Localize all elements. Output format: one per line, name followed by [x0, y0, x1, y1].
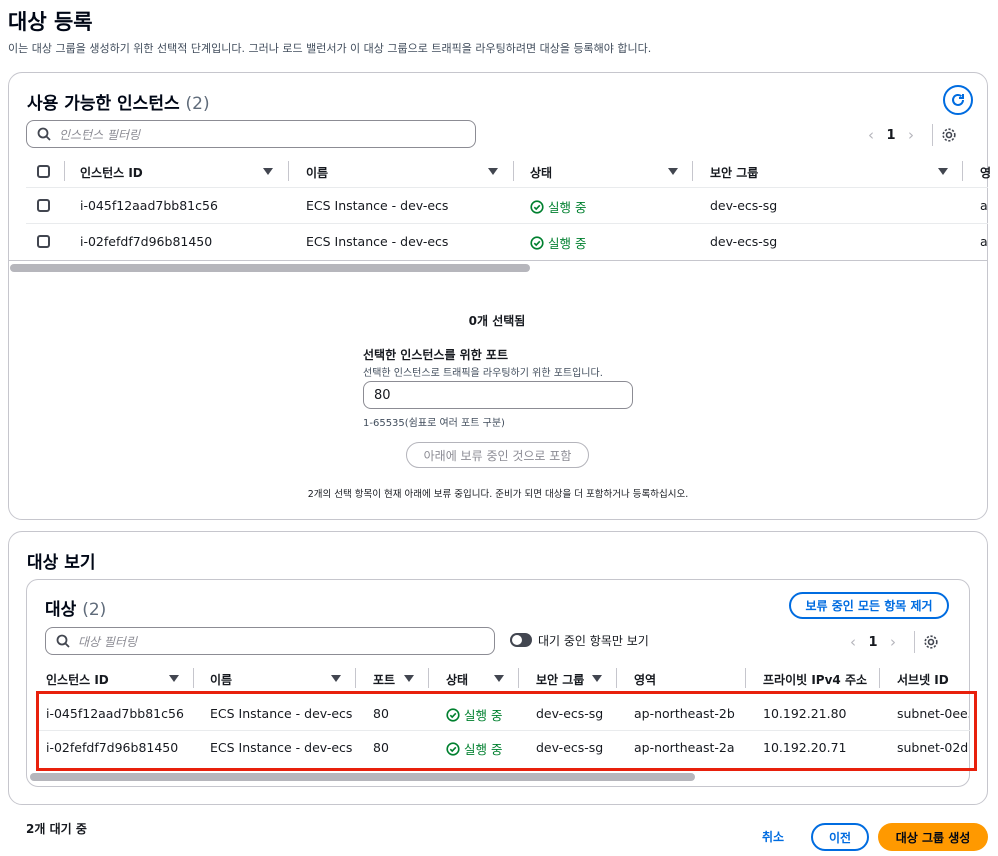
col-status[interactable]: 상태 [530, 164, 552, 181]
sort-caret-icon[interactable] [331, 675, 341, 682]
pending-note: 2개의 선택 항목이 현재 아래에 보류 중입니다. 준비가 되면 대상을 더 … [307, 489, 689, 500]
col-zone[interactable]: 영 [980, 164, 991, 181]
target-pagination: ‹ 1 › [840, 631, 939, 653]
horizontal-scrollbar[interactable] [30, 773, 695, 781]
sort-caret-icon[interactable] [404, 675, 414, 682]
available-instances-count: (2) [185, 94, 210, 114]
col-instance-id[interactable]: 인스턴스 ID [46, 671, 109, 688]
instance-name: ECS Instance - dev-ecs [306, 198, 449, 213]
sort-caret-icon[interactable] [494, 675, 504, 682]
page-title: 대상 등록 [8, 10, 93, 34]
refresh-icon [952, 93, 964, 106]
chevron-left-icon[interactable]: ‹ [858, 126, 884, 144]
create-target-group-button[interactable]: 대상 그룹 생성 [878, 823, 988, 851]
include-pending-button[interactable]: 아래에 보류 중인 것으로 포함 [406, 442, 589, 468]
remove-all-pending-button[interactable]: 보류 중인 모든 항목 제거 [789, 592, 949, 619]
sort-caret-icon[interactable] [169, 675, 179, 682]
zone-truncated: a [980, 234, 988, 249]
target-search-placeholder: 대상 필터링 [78, 634, 138, 649]
port-input[interactable]: 80 [363, 381, 633, 409]
page-description: 이는 대상 그룹을 생성하기 위한 선택적 단계입니다. 그러나 로드 밸런서가… [8, 42, 652, 55]
highlight-box [36, 691, 977, 771]
chevron-right-icon[interactable]: › [898, 126, 924, 144]
status-badge: 실행 중 [530, 233, 586, 252]
previous-button[interactable]: 이전 [811, 823, 869, 851]
chevron-right-icon[interactable]: › [880, 633, 906, 651]
sort-caret-icon[interactable] [488, 168, 498, 175]
pending-only-toggle[interactable] [510, 633, 532, 647]
zone-truncated: a [980, 198, 988, 213]
col-status[interactable]: 상태 [446, 671, 468, 688]
col-name[interactable]: 이름 [210, 671, 232, 688]
chevron-left-icon[interactable]: ‹ [840, 633, 866, 651]
pending-count: 2개 대기 중 [26, 822, 87, 836]
port-hint: 1-65535(쉼표로 여러 포트 구분) [363, 418, 505, 429]
port-description: 선택한 인스턴스로 트래픽을 라우팅하기 위한 포트입니다. [363, 368, 603, 379]
search-icon [56, 634, 70, 648]
col-name[interactable]: 이름 [306, 164, 328, 181]
targets-count: (2) [82, 600, 107, 620]
instance-search-input[interactable]: 인스턴스 필터링 [26, 120, 476, 148]
col-security-group[interactable]: 보안 그룹 [710, 164, 758, 181]
instance-id: i-045f12aad7bb81c56 [80, 198, 218, 213]
security-group: dev-ecs-sg [710, 198, 778, 213]
sort-caret-icon[interactable] [668, 168, 678, 175]
search-icon [37, 127, 51, 141]
page-number[interactable]: 1 [866, 635, 880, 650]
check-circle-icon [530, 199, 544, 214]
pending-only-label: 대기 중인 항목만 보기 [538, 634, 649, 648]
status-badge: 실행 중 [530, 197, 586, 216]
col-subnet-id[interactable]: 서브넷 ID [897, 671, 949, 688]
security-group: dev-ecs-sg [710, 234, 778, 249]
check-circle-icon [530, 235, 544, 250]
sort-caret-icon[interactable] [592, 675, 602, 682]
instance-name: ECS Instance - dev-ecs [306, 234, 449, 249]
col-instance-id[interactable]: 인스턴스 ID [80, 164, 143, 181]
instance-pagination: ‹ 1 › [858, 124, 957, 146]
instance-search-placeholder: 인스턴스 필터링 [59, 127, 141, 142]
instance-id: i-02fefdf7d96b81450 [80, 234, 213, 249]
review-targets-title: 대상 보기 [27, 553, 96, 573]
col-zone[interactable]: 영역 [634, 671, 656, 688]
cancel-button[interactable]: 취소 [762, 828, 784, 845]
col-private-ip[interactable]: 프라이빗 IPv4 주소 [763, 671, 867, 688]
gear-icon[interactable] [941, 127, 957, 143]
sort-caret-icon[interactable] [263, 168, 273, 175]
port-label: 선택한 인스턴스를 위한 포트 [363, 348, 509, 362]
refresh-button[interactable] [943, 85, 973, 115]
selected-count: 0개 선택됨 [468, 314, 526, 328]
row-checkbox[interactable] [37, 199, 50, 212]
sort-caret-icon[interactable] [938, 168, 948, 175]
select-all-checkbox[interactable] [37, 165, 50, 178]
gear-icon[interactable] [923, 634, 939, 650]
target-search-input[interactable]: 대상 필터링 [45, 627, 495, 655]
col-port[interactable]: 포트 [373, 671, 395, 688]
col-security-group[interactable]: 보안 그룹 [536, 671, 584, 688]
horizontal-scrollbar[interactable] [10, 264, 530, 272]
page-number[interactable]: 1 [884, 128, 898, 143]
available-instances-title: 사용 가능한 인스턴스 (2) [27, 94, 210, 114]
row-checkbox[interactable] [37, 235, 50, 248]
targets-title: 대상 (2) [45, 600, 107, 620]
